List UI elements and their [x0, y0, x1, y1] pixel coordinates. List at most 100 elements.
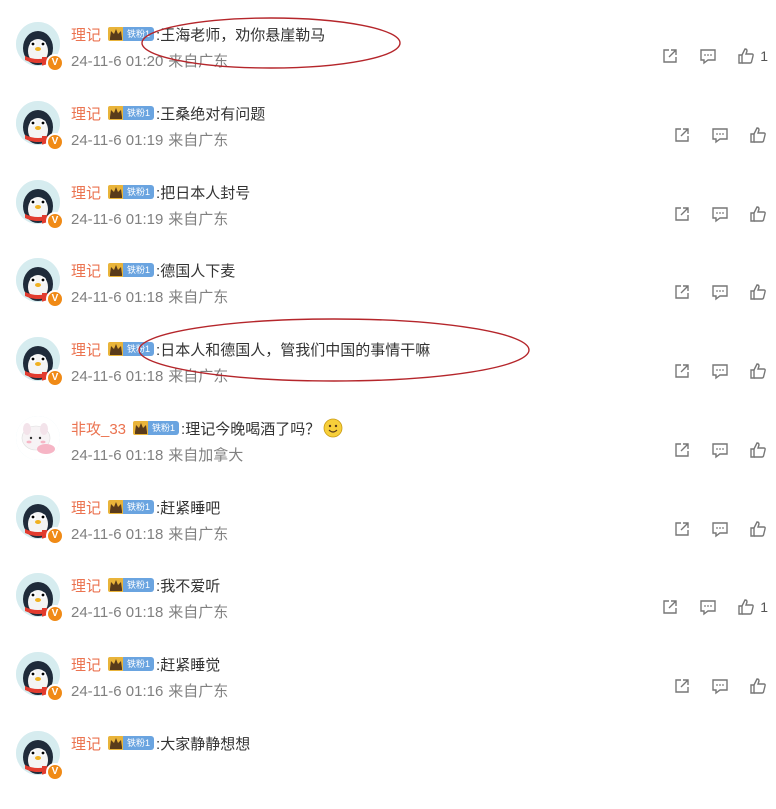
share-button[interactable]	[672, 282, 692, 302]
location: 来自广东	[168, 526, 229, 543]
avatar[interactable]: V	[16, 101, 64, 151]
comment-icon	[710, 440, 730, 460]
comment-icon	[710, 676, 730, 696]
comment-meta: 24-11-6 01:16 来自广东	[71, 680, 228, 701]
comment-text: :理记今晚喝酒了吗？	[181, 420, 321, 438]
crown-icon	[101, 261, 125, 279]
thumbs-up-icon	[748, 519, 768, 539]
reply-button[interactable]	[698, 46, 718, 66]
comment-item: V 理记 铁粉1 :把日本人封号 24-11-6 01:19 来自广东	[0, 180, 776, 258]
comment-actions	[654, 440, 768, 460]
timestamp: 24-11-6 01:18	[71, 604, 164, 621]
reply-button[interactable]	[710, 676, 730, 696]
share-icon	[660, 46, 680, 66]
comment-actions	[654, 361, 768, 381]
username-link[interactable]: 理记	[71, 182, 101, 203]
like-button[interactable]: 1	[736, 597, 768, 617]
username-link[interactable]: 理记	[71, 733, 101, 754]
share-button[interactable]	[660, 597, 680, 617]
share-button[interactable]	[672, 361, 692, 381]
avatar[interactable]: V	[16, 22, 64, 72]
crown-icon	[101, 25, 125, 43]
like-button[interactable]	[748, 282, 768, 302]
comment-meta: 24-11-6 01:19 来自广东	[71, 129, 228, 150]
username-link[interactable]: 理记	[71, 260, 101, 281]
comment-icon	[710, 519, 730, 539]
reply-button[interactable]	[710, 440, 730, 460]
share-icon	[672, 361, 692, 381]
fan-badge: 铁粉1	[123, 263, 155, 277]
thumbs-up-icon	[736, 597, 756, 617]
comment-item: V 理记 铁粉1 :大家静静想想	[0, 731, 776, 809]
avatar[interactable]	[16, 416, 60, 460]
username-link[interactable]: 理记	[71, 339, 101, 360]
share-button[interactable]	[672, 125, 692, 145]
crown-icon	[101, 104, 125, 122]
share-icon	[672, 440, 692, 460]
reply-button[interactable]	[710, 519, 730, 539]
comment-icon	[710, 204, 730, 224]
comment-text: :把日本人封号	[156, 184, 251, 202]
comment-meta: 24-11-6 01:18 来自广东	[71, 601, 228, 622]
like-count: 1	[760, 48, 768, 64]
timestamp: 24-11-6 01:18	[71, 289, 164, 306]
like-button[interactable]	[748, 125, 768, 145]
share-button[interactable]	[672, 204, 692, 224]
like-button[interactable]	[748, 519, 768, 539]
v-badge-icon: V	[46, 527, 64, 545]
like-button[interactable]: 1	[736, 46, 768, 66]
comment-meta: 24-11-6 01:18 来自广东	[71, 523, 228, 544]
smiley-emoji	[320, 418, 343, 438]
fan-badge: 铁粉1	[123, 27, 155, 41]
avatar[interactable]: V	[16, 495, 64, 545]
crown-icon	[101, 183, 125, 201]
username-link[interactable]: 理记	[71, 575, 101, 596]
location: 来自广东	[168, 368, 229, 385]
location: 来自加拿大	[168, 447, 244, 464]
username-link[interactable]: 理记	[71, 497, 101, 518]
like-button[interactable]	[748, 361, 768, 381]
thumbs-up-icon	[748, 676, 768, 696]
comment-actions	[654, 125, 768, 145]
thumbs-up-icon	[748, 282, 768, 302]
username-link[interactable]: 非攻_33	[71, 418, 126, 439]
reply-button[interactable]	[710, 282, 730, 302]
comment-text: :王桑绝对有问题	[156, 105, 266, 123]
like-button[interactable]	[748, 676, 768, 696]
comment-actions	[654, 519, 768, 539]
avatar[interactable]: V	[16, 258, 64, 308]
comment-meta: 24-11-6 01:20 来自广东	[71, 50, 228, 71]
v-badge-icon: V	[46, 212, 64, 230]
share-button[interactable]	[672, 440, 692, 460]
v-badge-icon: V	[46, 763, 64, 781]
username-link[interactable]: 理记	[71, 654, 101, 675]
reply-button[interactable]	[710, 361, 730, 381]
avatar[interactable]: V	[16, 180, 64, 230]
comment-icon	[710, 361, 730, 381]
avatar[interactable]: V	[16, 337, 64, 387]
crown-icon	[101, 340, 125, 358]
reply-button[interactable]	[710, 125, 730, 145]
thumbs-up-icon	[748, 125, 768, 145]
avatar[interactable]: V	[16, 652, 64, 702]
avatar[interactable]: V	[16, 573, 64, 623]
share-button[interactable]	[672, 676, 692, 696]
thumbs-up-icon	[748, 204, 768, 224]
crown-icon	[101, 734, 125, 752]
timestamp: 24-11-6 01:19	[71, 132, 164, 149]
reply-button[interactable]	[698, 597, 718, 617]
share-button[interactable]	[660, 46, 680, 66]
comment-text: :大家静静想想	[156, 735, 251, 753]
share-icon	[672, 519, 692, 539]
timestamp: 24-11-6 01:18	[71, 447, 164, 464]
username-link[interactable]: 理记	[71, 24, 101, 45]
v-badge-icon: V	[46, 290, 64, 308]
reply-button[interactable]	[710, 204, 730, 224]
share-icon	[672, 204, 692, 224]
share-button[interactable]	[672, 519, 692, 539]
comment-meta: 24-11-6 01:18 来自广东	[71, 365, 228, 386]
like-button[interactable]	[748, 440, 768, 460]
like-button[interactable]	[748, 204, 768, 224]
avatar[interactable]: V	[16, 731, 64, 781]
username-link[interactable]: 理记	[71, 103, 101, 124]
